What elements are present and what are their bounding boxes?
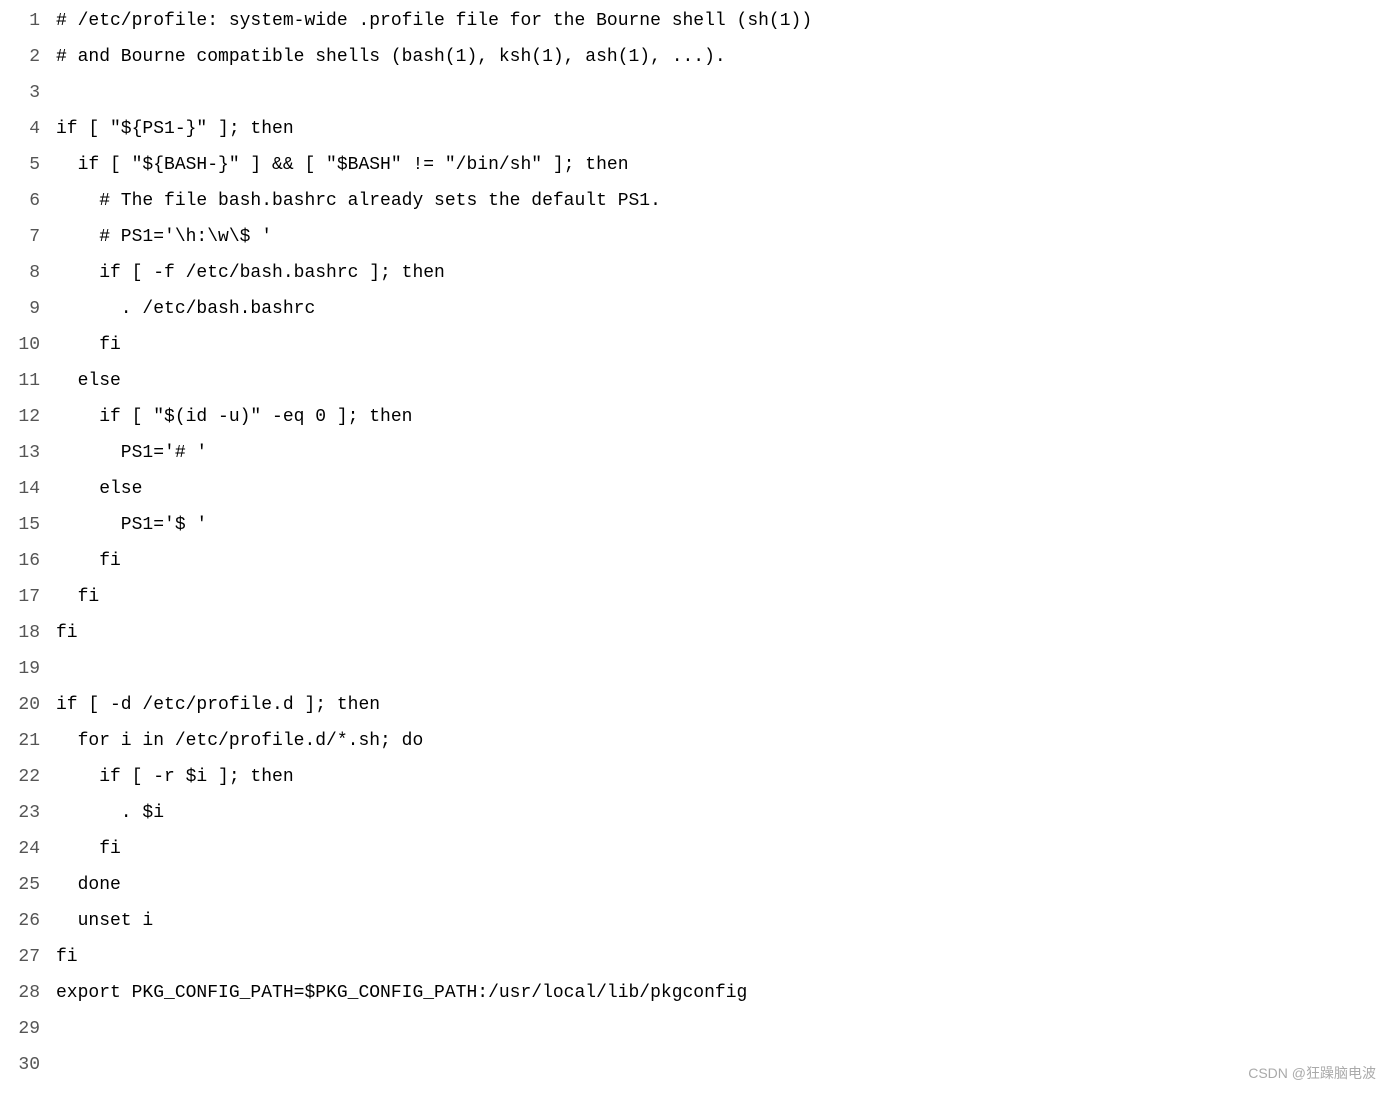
line-number: 26	[8, 908, 40, 935]
code-line: 4 if [ "${PS1-}" ]; then	[0, 116, 1392, 152]
line-content: fi	[56, 620, 78, 647]
code-line: 6 # The file bash.bashrc already sets th…	[0, 188, 1392, 224]
line-content: export PKG_CONFIG_PATH=$PKG_CONFIG_PATH:…	[56, 980, 747, 1007]
line-content: if [ "${PS1-}" ]; then	[56, 116, 294, 143]
line-number: 25	[8, 872, 40, 899]
line-number: 23	[8, 800, 40, 827]
line-number: 2	[8, 44, 40, 71]
line-content: # and Bourne compatible shells (bash(1),…	[56, 44, 726, 71]
line-number: 15	[8, 512, 40, 539]
line-content: fi	[56, 584, 99, 611]
line-number: 16	[8, 548, 40, 575]
line-number: 8	[8, 260, 40, 287]
line-number: 1	[8, 8, 40, 35]
code-line: 1 # /etc/profile: system-wide .profile fi…	[0, 8, 1392, 44]
line-number: 4	[8, 116, 40, 143]
code-line: 28 export PKG_CONFIG_PATH=$PKG_CONFIG_PAT…	[0, 980, 1392, 1016]
code-viewer: 1 # /etc/profile: system-wide .profile fi…	[0, 0, 1392, 1096]
code-line: 26 unset i	[0, 908, 1392, 944]
line-number: 7	[8, 224, 40, 251]
line-number: 24	[8, 836, 40, 863]
line-content: . /etc/bash.bashrc	[56, 296, 315, 323]
code-line: 20 if [ -d /etc/profile.d ]; then	[0, 692, 1392, 728]
line-content: # /etc/profile: system-wide .profile fil…	[56, 8, 812, 35]
code-line: 18 fi	[0, 620, 1392, 656]
line-number: 18	[8, 620, 40, 647]
line-content: # PS1='\h:\w\$ '	[56, 224, 272, 251]
line-number: 5	[8, 152, 40, 179]
code-line: 16 fi	[0, 548, 1392, 584]
code-line: 15 PS1='$ '	[0, 512, 1392, 548]
code-line: 12 if [ "$(id -u)" -eq 0 ]; then	[0, 404, 1392, 440]
code-line: 19	[0, 656, 1392, 692]
code-line: 27 fi	[0, 944, 1392, 980]
line-number: 14	[8, 476, 40, 503]
code-line: 30	[0, 1052, 1392, 1088]
code-line: 21 for i in /etc/profile.d/*.sh; do	[0, 728, 1392, 764]
line-number: 13	[8, 440, 40, 467]
line-content: fi	[56, 836, 121, 863]
code-line: 22 if [ -r $i ]; then	[0, 764, 1392, 800]
code-line: 9 . /etc/bash.bashrc	[0, 296, 1392, 332]
line-number: 17	[8, 584, 40, 611]
line-number: 6	[8, 188, 40, 215]
line-content: done	[56, 872, 121, 899]
line-content: fi	[56, 548, 121, 575]
line-content: if [ "${BASH-}" ] && [ "$BASH" != "/bin/…	[56, 152, 629, 179]
line-content: . $i	[56, 800, 164, 827]
code-line: 5 if [ "${BASH-}" ] && [ "$BASH" != "/bi…	[0, 152, 1392, 188]
line-content: unset i	[56, 908, 153, 935]
line-number: 10	[8, 332, 40, 359]
code-line: 7 # PS1='\h:\w\$ '	[0, 224, 1392, 260]
line-number: 21	[8, 728, 40, 755]
line-number: 19	[8, 656, 40, 683]
code-line: 25 done	[0, 872, 1392, 908]
code-line: 3	[0, 80, 1392, 116]
code-line: 29	[0, 1016, 1392, 1052]
line-content: # The file bash.bashrc already sets the …	[56, 188, 661, 215]
line-content: if [ -r $i ]; then	[56, 764, 294, 791]
line-number: 30	[8, 1052, 40, 1079]
line-content: PS1='# '	[56, 440, 207, 467]
line-content: if [ "$(id -u)" -eq 0 ]; then	[56, 404, 412, 431]
code-line: 23 . $i	[0, 800, 1392, 836]
line-number: 22	[8, 764, 40, 791]
line-number: 20	[8, 692, 40, 719]
line-number: 3	[8, 80, 40, 107]
code-line: 14 else	[0, 476, 1392, 512]
line-number: 12	[8, 404, 40, 431]
line-content: else	[56, 476, 142, 503]
code-line: 2 # and Bourne compatible shells (bash(1)…	[0, 44, 1392, 80]
code-line: 10 fi	[0, 332, 1392, 368]
line-content: if [ -f /etc/bash.bashrc ]; then	[56, 260, 445, 287]
line-number: 9	[8, 296, 40, 323]
line-content: for i in /etc/profile.d/*.sh; do	[56, 728, 423, 755]
line-content: fi	[56, 944, 78, 971]
line-content: else	[56, 368, 121, 395]
line-number: 11	[8, 368, 40, 395]
watermark: CSDN @狂躁脑电波	[1248, 1063, 1376, 1084]
line-number: 29	[8, 1016, 40, 1043]
code-line: 13 PS1='# '	[0, 440, 1392, 476]
line-content: if [ -d /etc/profile.d ]; then	[56, 692, 380, 719]
code-line: 17 fi	[0, 584, 1392, 620]
line-number: 27	[8, 944, 40, 971]
line-content: PS1='$ '	[56, 512, 207, 539]
code-line: 8 if [ -f /etc/bash.bashrc ]; then	[0, 260, 1392, 296]
code-line: 24 fi	[0, 836, 1392, 872]
code-line: 11 else	[0, 368, 1392, 404]
line-number: 28	[8, 980, 40, 1007]
line-content: fi	[56, 332, 121, 359]
